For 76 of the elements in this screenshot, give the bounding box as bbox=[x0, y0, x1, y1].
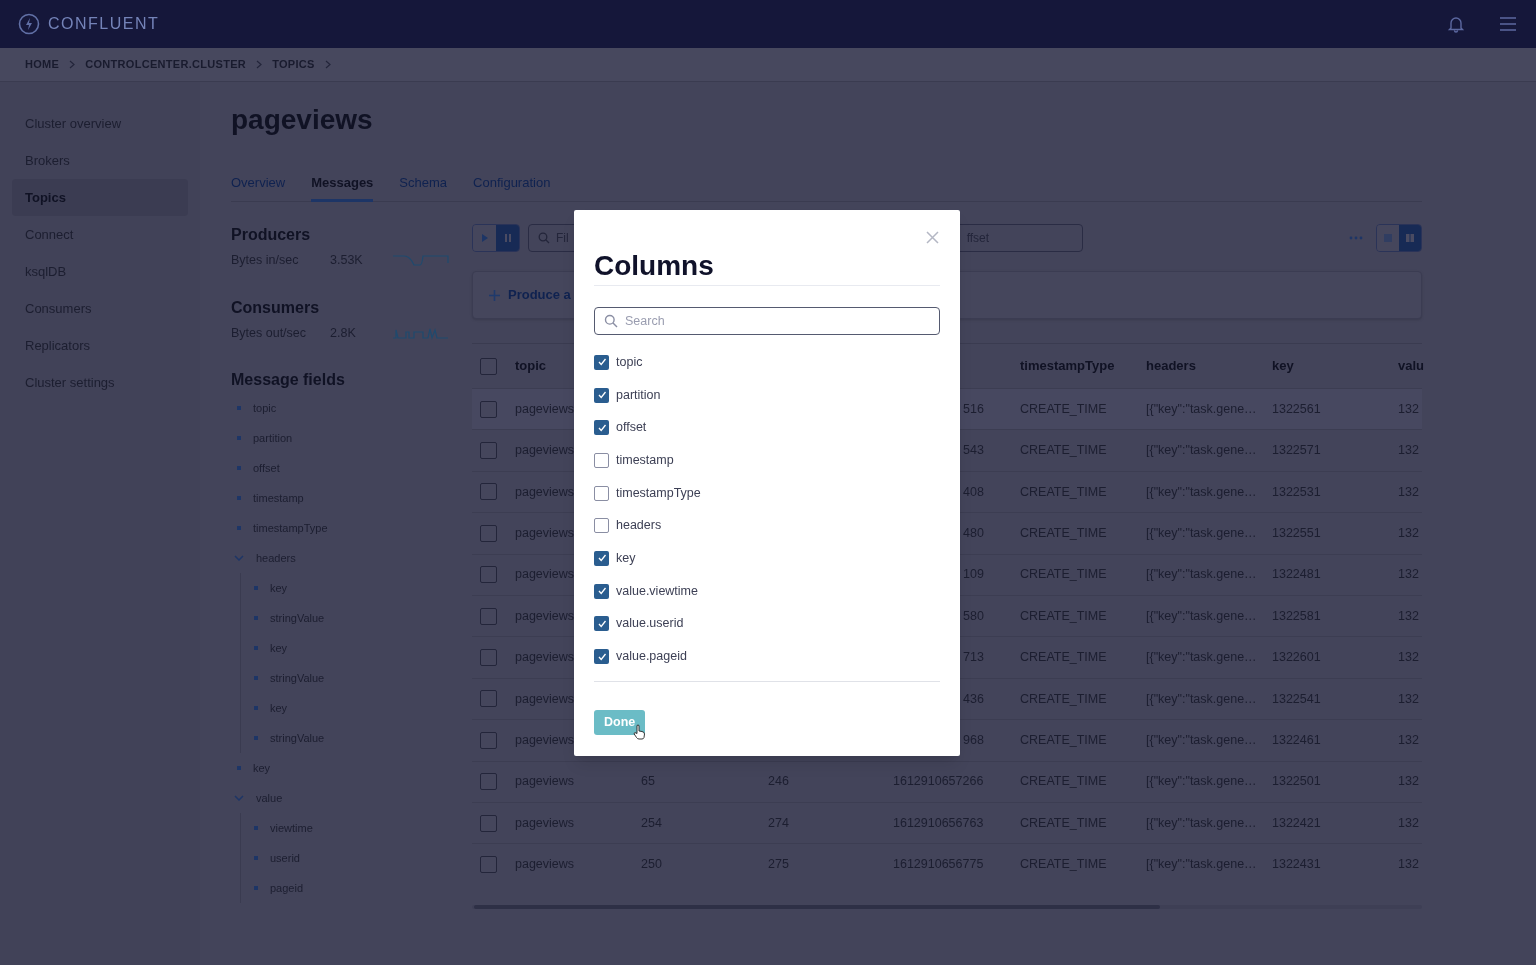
bullet-icon bbox=[254, 616, 258, 620]
checkbox[interactable] bbox=[594, 649, 609, 665]
option-label: key bbox=[616, 550, 636, 568]
columns-view-button[interactable] bbox=[1399, 225, 1421, 251]
check-icon bbox=[596, 357, 607, 368]
check-icon bbox=[596, 553, 607, 564]
bullet-icon bbox=[237, 406, 241, 410]
bullet-icon bbox=[237, 496, 241, 500]
checkbox[interactable] bbox=[594, 354, 609, 370]
checkbox[interactable] bbox=[594, 518, 609, 534]
check-icon bbox=[596, 390, 607, 401]
option-label: offset bbox=[616, 419, 647, 437]
bullet-icon bbox=[237, 466, 241, 470]
bullet-icon bbox=[254, 586, 258, 590]
bullet-icon bbox=[237, 766, 241, 770]
checkbox[interactable] bbox=[480, 607, 497, 625]
close-icon[interactable] bbox=[926, 231, 939, 244]
search-field[interactable]: Search bbox=[594, 307, 940, 335]
checkbox[interactable] bbox=[480, 483, 497, 501]
hand-cursor-icon bbox=[633, 723, 646, 740]
chevron-right-icon bbox=[256, 60, 263, 69]
checkbox[interactable] bbox=[594, 583, 609, 599]
bullet-icon bbox=[254, 826, 258, 830]
checkbox[interactable] bbox=[480, 773, 497, 791]
chevron-right-icon bbox=[324, 60, 331, 69]
option-label: value.viewtime bbox=[616, 582, 698, 600]
bullet-icon bbox=[254, 646, 258, 650]
search-icon bbox=[538, 232, 550, 244]
checkbox[interactable] bbox=[480, 649, 497, 667]
logo-icon bbox=[18, 13, 40, 35]
bullet-icon bbox=[237, 526, 241, 530]
checkbox[interactable] bbox=[594, 387, 609, 403]
checkbox[interactable] bbox=[480, 690, 497, 708]
check-icon bbox=[596, 586, 607, 597]
bullet-icon bbox=[254, 676, 258, 680]
checkbox[interactable] bbox=[480, 566, 497, 584]
checkbox[interactable] bbox=[594, 452, 609, 468]
dialog-title: Columns bbox=[594, 250, 715, 282]
checkbox[interactable] bbox=[480, 856, 497, 873]
option-label: timestampType bbox=[616, 484, 701, 502]
bullet-icon bbox=[254, 706, 258, 710]
check-icon bbox=[596, 651, 607, 662]
done-button[interactable]: Done bbox=[594, 709, 646, 735]
check-icon bbox=[596, 422, 607, 433]
checkbox[interactable] bbox=[594, 485, 609, 501]
check-icon bbox=[596, 618, 607, 629]
search-icon bbox=[604, 314, 618, 328]
chevron-down-icon[interactable] bbox=[234, 555, 244, 561]
pause-button[interactable] bbox=[496, 225, 519, 251]
chevron-right-icon bbox=[69, 60, 76, 69]
checkbox[interactable] bbox=[480, 524, 497, 542]
bullet-icon bbox=[254, 856, 258, 860]
checkbox[interactable] bbox=[480, 357, 497, 375]
option-label: partition bbox=[616, 386, 661, 404]
option-label: value.pageid bbox=[616, 648, 687, 666]
checkbox[interactable] bbox=[594, 420, 609, 436]
checkbox[interactable] bbox=[480, 814, 497, 832]
checkbox[interactable] bbox=[480, 442, 497, 460]
checkbox[interactable] bbox=[594, 616, 609, 632]
option-label: topic bbox=[616, 353, 643, 371]
bell-icon[interactable] bbox=[1447, 15, 1465, 33]
bullet-icon bbox=[254, 886, 258, 890]
checkbox[interactable] bbox=[480, 400, 497, 418]
brand-name: CONFLUENT bbox=[48, 14, 160, 34]
option-label: value.userid bbox=[616, 615, 684, 633]
bullet-icon bbox=[237, 436, 241, 440]
option-label: timestamp bbox=[616, 452, 674, 470]
checkbox[interactable] bbox=[480, 731, 497, 749]
menu-icon[interactable] bbox=[1499, 16, 1517, 32]
more-icon[interactable] bbox=[1349, 236, 1363, 240]
option-label: headers bbox=[616, 517, 662, 535]
bullet-icon bbox=[254, 736, 258, 740]
plus-icon bbox=[489, 289, 500, 301]
checkbox[interactable] bbox=[594, 550, 609, 566]
columns-icon bbox=[1404, 232, 1416, 244]
chevron-down-icon[interactable] bbox=[234, 795, 244, 801]
